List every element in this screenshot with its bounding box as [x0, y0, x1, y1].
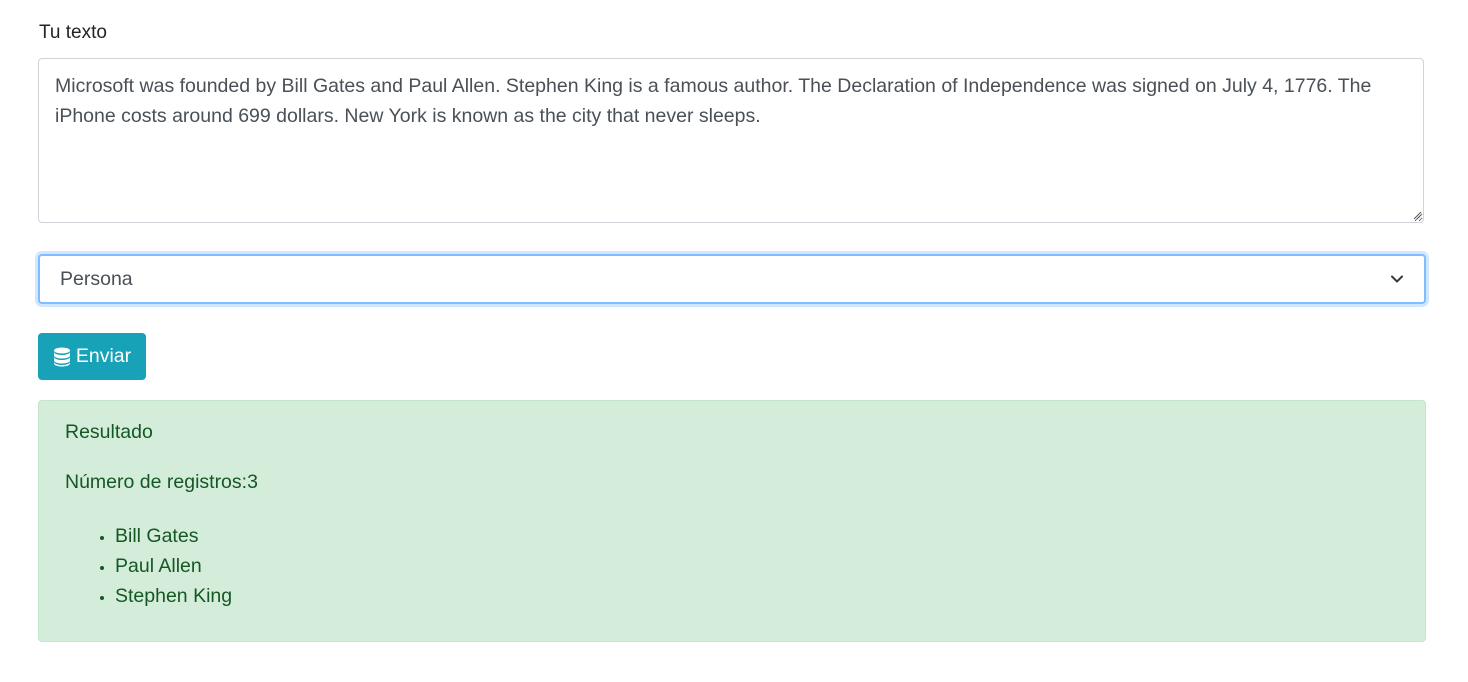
- database-icon: [53, 347, 70, 366]
- select-value: Persona: [60, 267, 133, 290]
- result-list: Bill Gates Paul Allen Stephen King: [65, 521, 232, 611]
- list-item: Bill Gates: [115, 521, 232, 551]
- text-input[interactable]: Microsoft was founded by Bill Gates and …: [38, 58, 1424, 223]
- result-alert: Resultado Número de registros:3 Bill Gat…: [38, 400, 1426, 642]
- list-item: Stephen King: [115, 581, 232, 611]
- result-count: Número de registros:3: [65, 471, 258, 493]
- text-label: Tu texto: [39, 22, 107, 43]
- list-item: Paul Allen: [115, 551, 232, 581]
- submit-button[interactable]: Enviar: [38, 333, 146, 380]
- entity-type-select[interactable]: Persona: [38, 254, 1426, 304]
- submit-label: Enviar: [75, 345, 132, 367]
- result-title: Resultado: [65, 421, 153, 443]
- resize-grip-icon[interactable]: [1412, 210, 1422, 220]
- chevron-down-icon: [1391, 275, 1403, 283]
